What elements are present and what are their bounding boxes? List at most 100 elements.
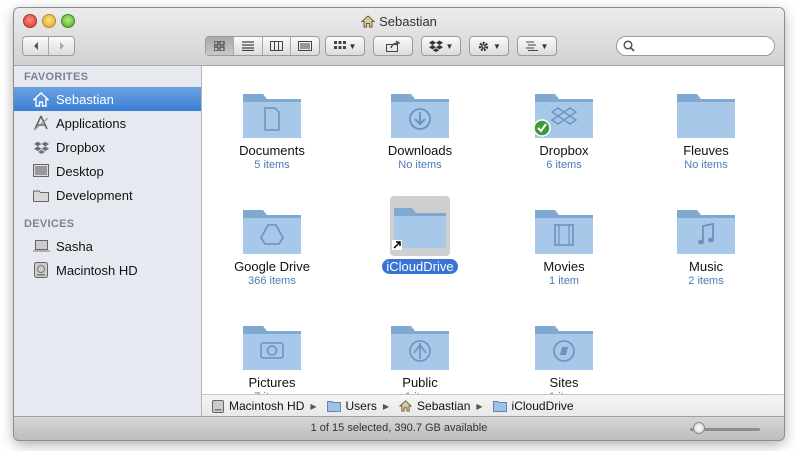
folder-icon xyxy=(492,401,507,412)
file-item-music[interactable]: Music 2 items xyxy=(636,200,776,287)
desktop-icon xyxy=(32,162,50,180)
sidebar-item-macintosh-hd[interactable]: Macintosh HD xyxy=(14,258,201,282)
file-item-count: 1 item xyxy=(549,275,579,287)
file-name: Google Drive xyxy=(234,259,310,274)
search-input[interactable] xyxy=(616,36,775,56)
column-view-icon xyxy=(269,41,283,51)
file-item-count: No items xyxy=(684,159,728,171)
folder-alias-icon xyxy=(390,196,450,256)
folder-icon xyxy=(32,186,50,204)
dropbox-icon xyxy=(32,138,50,156)
sidebar: FAVORITES Sebastian Applications Dropbox… xyxy=(14,66,202,416)
file-grid: Documents 5 items Downloads No items Dro… xyxy=(202,66,784,403)
share-button[interactable] xyxy=(373,36,413,56)
path-label: Macintosh HD xyxy=(229,399,305,413)
action-menu-button[interactable]: ▼ xyxy=(469,36,509,56)
list-view-icon xyxy=(241,41,254,51)
file-name: Sites xyxy=(549,375,579,390)
sidebar-item-applications[interactable]: Applications xyxy=(14,111,201,135)
home-icon xyxy=(32,90,50,108)
file-item-pictures[interactable]: Pictures 7 items xyxy=(202,316,342,403)
hard-drive-icon xyxy=(32,261,50,279)
file-item-count: 5 items xyxy=(254,159,290,171)
file-item-downloads[interactable]: Downloads No items xyxy=(350,84,490,171)
view-mode-control xyxy=(205,36,320,56)
icon-view-icon xyxy=(214,41,225,51)
file-name: Documents xyxy=(239,143,305,158)
file-item-fleuves[interactable]: Fleuves No items xyxy=(636,84,776,171)
file-name: Pictures xyxy=(248,375,296,390)
arrange-by-button[interactable]: ▼ xyxy=(517,36,557,56)
status-text: 1 of 15 selected, 390.7 GB available xyxy=(310,422,488,434)
path-label: Users xyxy=(345,399,377,413)
gear-icon xyxy=(478,41,489,51)
file-item-documents[interactable]: Documents 5 items xyxy=(202,84,342,171)
arrange-button[interactable]: ▼ xyxy=(325,36,365,56)
forward-button[interactable] xyxy=(49,37,74,55)
coverflow-view-button[interactable] xyxy=(291,37,319,55)
dropbox-icon xyxy=(428,40,443,52)
path-bar: Macintosh HD ▶ Users ▶ Sebastian ▶ iClou… xyxy=(202,394,784,417)
sidebar-item-sebastian[interactable]: Sebastian xyxy=(14,87,201,111)
file-name: Movies xyxy=(543,259,585,274)
applications-icon xyxy=(32,114,50,132)
dropbox-menu-button[interactable]: ▼ xyxy=(421,36,461,56)
arrange-list-icon xyxy=(525,41,538,51)
favorites-heading: FAVORITES xyxy=(24,71,89,83)
folder-icon xyxy=(675,84,737,140)
file-name: Dropbox xyxy=(539,143,589,158)
home-icon xyxy=(360,15,376,28)
title-bar: Sebastian ▼ ▼ ▼ ▼ xyxy=(14,8,784,66)
list-view-button[interactable] xyxy=(234,37,263,55)
icon-size-slider-knob[interactable] xyxy=(693,422,705,434)
column-view-button[interactable] xyxy=(263,37,291,55)
music-folder-icon xyxy=(675,200,737,256)
file-item-dropbox[interactable]: Dropbox 6 items xyxy=(494,84,634,171)
file-item-google-drive[interactable]: Google Drive 366 items xyxy=(202,200,342,287)
sidebar-item-label: Dropbox xyxy=(56,139,106,155)
status-bar: 1 of 15 selected, 390.7 GB available xyxy=(14,416,784,440)
file-name: Public xyxy=(402,375,438,390)
back-button[interactable] xyxy=(23,37,49,55)
chevron-right-icon xyxy=(59,42,64,50)
path-item-iclouddrive[interactable]: iCloudDrive xyxy=(492,399,574,413)
file-item-count: 366 items xyxy=(248,275,296,287)
sidebar-item-development[interactable]: Development xyxy=(14,183,201,207)
window-title-text: Sebastian xyxy=(379,14,437,29)
pictures-folder-icon xyxy=(241,316,303,372)
path-separator-icon: ▶ xyxy=(476,401,483,411)
file-item-count: 2 items xyxy=(688,275,724,287)
path-separator-icon: ▶ xyxy=(310,401,317,411)
file-name: Downloads xyxy=(387,143,453,158)
hard-drive-icon xyxy=(212,399,224,413)
sidebar-item-label: Sebastian xyxy=(56,91,114,107)
path-item-sebastian[interactable]: Sebastian xyxy=(399,399,470,413)
path-label: iCloudDrive xyxy=(511,399,574,413)
sidebar-item-label: Sasha xyxy=(56,238,93,254)
file-item-sites[interactable]: Sites 1 item xyxy=(494,316,634,403)
arrange-icon xyxy=(333,41,346,49)
documents-folder-icon xyxy=(241,84,303,140)
home-icon xyxy=(399,400,413,412)
icon-view-button[interactable] xyxy=(206,37,235,55)
chevron-down-icon: ▼ xyxy=(493,41,501,51)
sidebar-item-dropbox[interactable]: Dropbox xyxy=(14,135,201,159)
sidebar-item-sasha[interactable]: Sasha xyxy=(14,234,201,258)
file-item-movies[interactable]: Movies 1 item xyxy=(494,200,634,287)
movies-folder-icon xyxy=(533,200,595,256)
chevron-left-icon xyxy=(33,42,38,50)
public-folder-icon xyxy=(389,316,451,372)
file-item-count: No items xyxy=(398,159,442,171)
file-item-public[interactable]: Public 1 item xyxy=(350,316,490,403)
file-name: Music xyxy=(689,259,723,274)
path-separator-icon: ▶ xyxy=(382,401,390,411)
sidebar-item-desktop[interactable]: Desktop xyxy=(14,159,201,183)
file-name: Fleuves xyxy=(683,143,729,158)
sidebar-item-label: Desktop xyxy=(56,163,104,179)
sidebar-item-label: Macintosh HD xyxy=(56,262,138,278)
file-item-iclouddrive[interactable]: iCloudDrive xyxy=(350,196,490,274)
users-folder-icon xyxy=(326,401,341,412)
path-item-users[interactable]: Users xyxy=(326,399,377,413)
search-icon xyxy=(623,40,635,52)
path-item-macintosh-hd[interactable]: Macintosh HD xyxy=(212,399,304,413)
